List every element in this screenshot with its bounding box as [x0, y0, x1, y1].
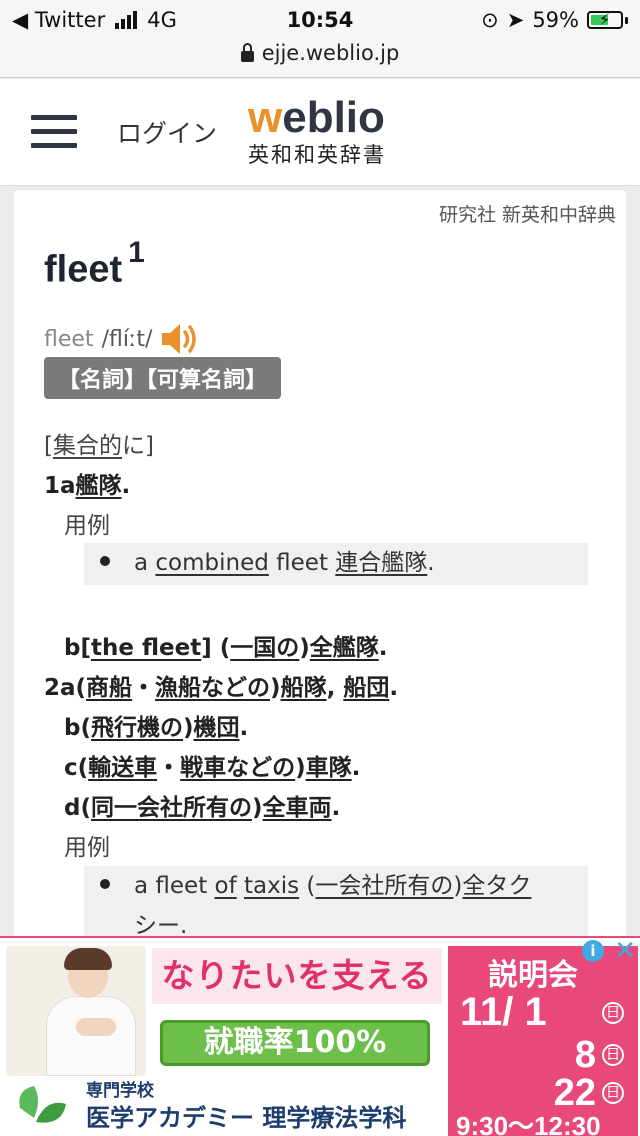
part-of-speech-badge: 【名詞】【可算名詞】: [44, 357, 282, 399]
sense-link[interactable]: 飛行機の: [91, 715, 183, 741]
example-link[interactable]: 連合艦隊: [335, 550, 427, 576]
login-link[interactable]: ログイン: [117, 114, 217, 150]
sense-link[interactable]: 輸送車: [88, 755, 157, 781]
rotation-lock-icon: ⊙: [481, 8, 499, 32]
ad-event-time: 9:30〜12:30: [456, 1111, 601, 1136]
lock-icon: [240, 42, 254, 62]
example-link[interactable]: combined: [155, 550, 268, 576]
ad-event-title: 説明会: [488, 958, 578, 993]
site-header: ログイン weblio 英和和英辞書: [0, 79, 640, 186]
sense-link[interactable]: 船団: [343, 675, 389, 701]
ad-event-panel: 説明会 11/ 1 日 8 日 22 日 9:30〜12:30: [448, 946, 638, 1136]
adchoices-icon[interactable]: i: [582, 940, 604, 962]
sense-1a: 1a艦隊.: [44, 473, 131, 499]
homograph-number: 1: [128, 236, 145, 269]
pron-ipa: /flíːt/: [101, 326, 153, 352]
example-label: 用例: [64, 513, 110, 539]
ad-photo: [6, 946, 146, 1076]
sense-2b: b(飛行機の)機団.: [64, 715, 249, 741]
battery-percent: 59%: [532, 8, 579, 32]
example-link[interactable]: 一会社所有の: [315, 873, 453, 899]
sense-2d: d(同一会社所有の)全車両.: [64, 795, 341, 821]
example-link[interactable]: 全タク: [462, 873, 531, 899]
sense-link[interactable]: 艦隊: [76, 473, 122, 499]
pron-word: fleet: [44, 326, 94, 352]
dictionary-source: 研究社 新英和中辞典: [438, 204, 616, 226]
sense-link[interactable]: 商船: [86, 675, 132, 701]
status-bar: ◀ Twitter 4G 10:54 ⊙ ➤ 59% ⚡: [0, 0, 640, 40]
ad-day-marker: 日: [602, 1002, 624, 1024]
url-domain[interactable]: ejje.weblio.jp: [262, 41, 400, 65]
ad-date-2: 8: [574, 1034, 596, 1076]
ad-day-marker: 日: [602, 1082, 624, 1104]
battery-icon: ⚡: [587, 10, 623, 29]
ad-day-marker: 日: [602, 1044, 624, 1066]
ad-banner[interactable]: なりたいを支える 就職率100% 専門学校 医学アカデミー 理学療法学科 説明会…: [0, 936, 640, 1136]
sense-link[interactable]: 一国の: [230, 635, 299, 661]
ad-school-name: 医学アカデミー 理学療法学科: [86, 1104, 407, 1132]
weblio-logo[interactable]: weblio 英和和英辞書: [248, 95, 386, 169]
headword: fleet 1: [44, 236, 145, 291]
bullet: [100, 879, 110, 889]
usage-label: [集合的に]: [44, 433, 154, 459]
ad-employment-rate: 就職率100%: [160, 1020, 430, 1066]
sense-link[interactable]: 船隊: [281, 675, 327, 701]
ad-headline: なりたいを支える: [152, 948, 442, 1004]
sense-link[interactable]: 車隊: [306, 755, 352, 781]
example-link[interactable]: of: [215, 873, 237, 899]
speaker-icon[interactable]: [160, 320, 204, 358]
dictionary-entry-card: 研究社 新英和中辞典 fleet 1 fleet /flíːt/ 【名詞】【可算名…: [14, 190, 626, 950]
sense-link[interactable]: 全艦隊: [310, 635, 379, 661]
usage-link[interactable]: 集合的: [53, 433, 122, 459]
logo-subtitle: 英和和英辞書: [248, 143, 386, 167]
sense-link[interactable]: the fleet: [91, 635, 201, 661]
sense-link[interactable]: 同一会社所有の: [91, 795, 252, 821]
sense-link[interactable]: 全車両: [263, 795, 332, 821]
status-right: ⊙ ➤ 59% ⚡: [481, 8, 628, 32]
bullet: [100, 556, 110, 566]
sense-link[interactable]: 漁船などの: [155, 675, 270, 701]
sense-2a: 2a(商船・漁船などの)船隊, 船団.: [44, 675, 399, 701]
sense-2c: c(輸送車・戦車などの)車隊.: [64, 755, 361, 781]
example-label: 用例: [64, 835, 110, 861]
location-arrow-icon: ➤: [506, 8, 525, 32]
hamburger-menu-icon[interactable]: [31, 115, 77, 149]
ad-date-1: 11/ 1: [460, 990, 547, 1034]
sense-link[interactable]: 戦車などの: [180, 755, 295, 781]
battery-tip: [625, 16, 628, 24]
school-logo-icon: [19, 1086, 66, 1123]
example-item: a combined fleet 連合艦隊.: [84, 543, 588, 585]
pronunciation: fleet /flíːt/: [44, 320, 204, 358]
sense-1b: b[the fleet] (一国の)全艦隊.: [64, 635, 388, 661]
ad-close-icon[interactable]: ✕: [614, 938, 636, 966]
url-bar[interactable]: ejje.weblio.jp: [0, 40, 640, 78]
example-link[interactable]: taxis: [244, 873, 299, 899]
logo-wordmark: weblio: [248, 93, 385, 142]
sense-link[interactable]: 機団: [194, 715, 240, 741]
